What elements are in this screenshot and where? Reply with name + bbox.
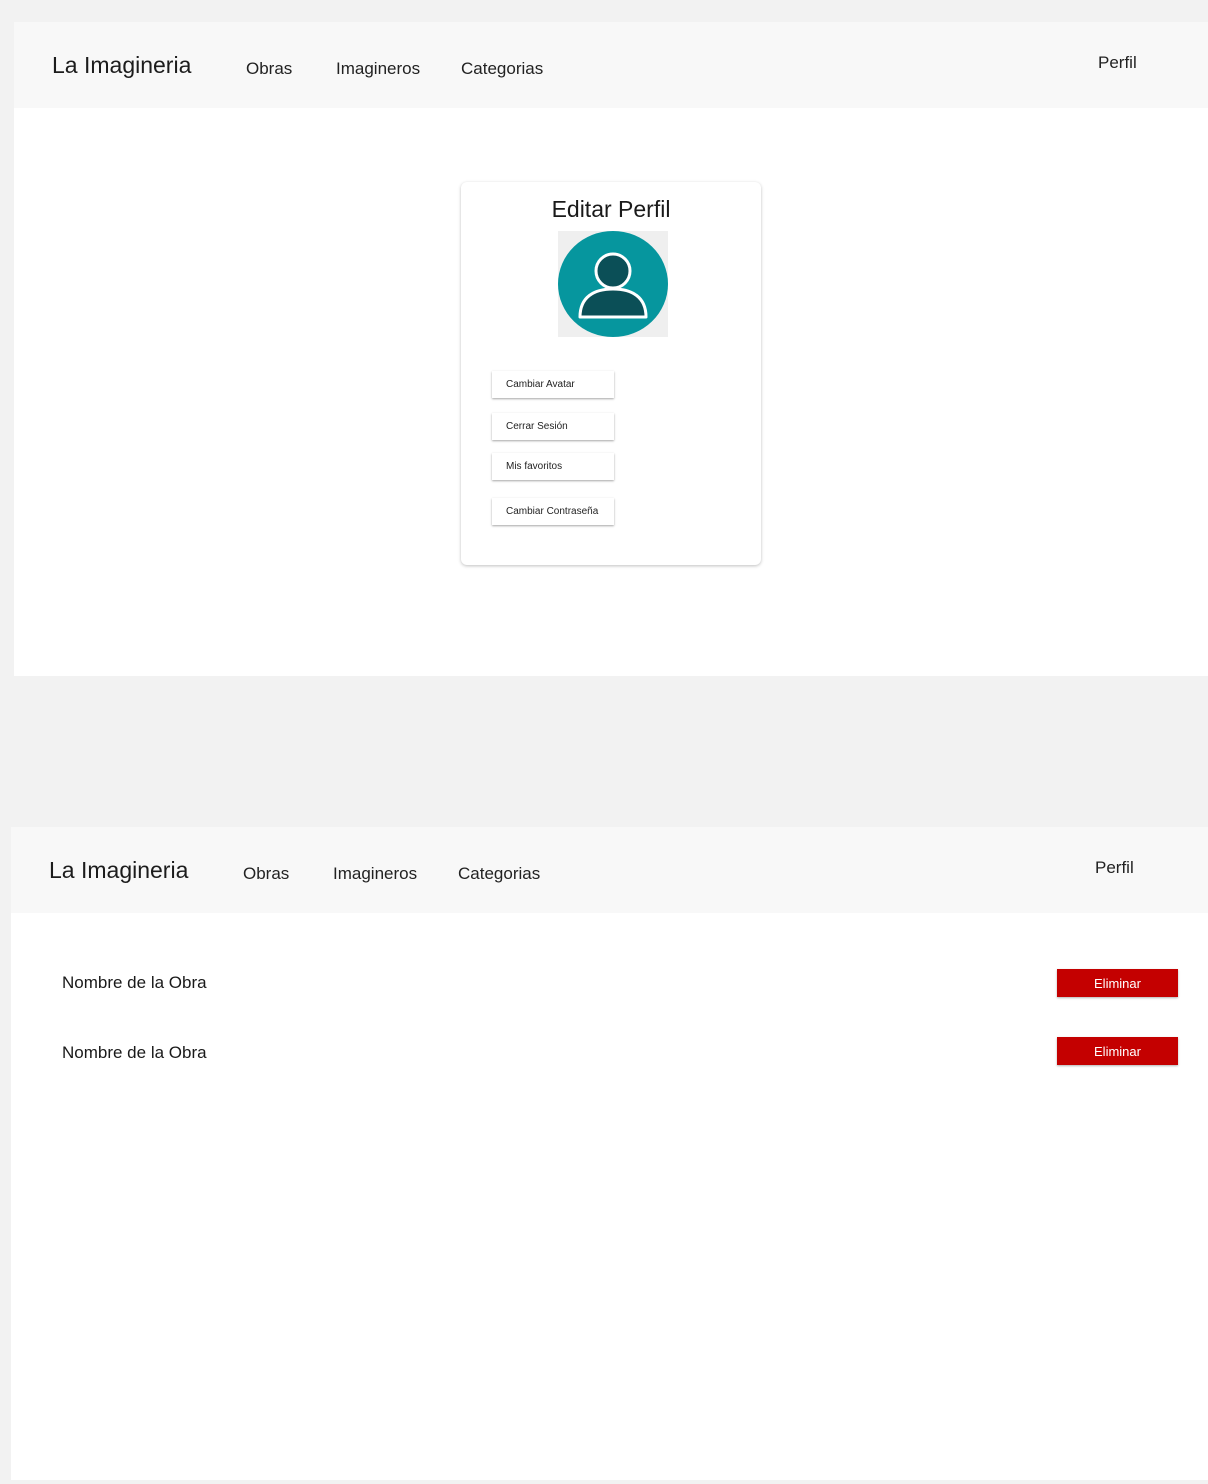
nav-link-obras[interactable]: Obras [243,864,289,884]
favorites-screen: La Imagineria Obras Imagineros Categoria… [11,827,1208,1480]
nav-link-perfil[interactable]: Perfil [1098,53,1137,73]
obra-name: Nombre de la Obra [62,973,207,992]
edit-profile-screen: La Imagineria Obras Imagineros Categoria… [14,22,1208,676]
nav-link-categorias[interactable]: Categorias [461,59,543,79]
delete-button[interactable]: Eliminar [1057,969,1178,997]
change-password-button[interactable]: Cambiar Contraseña [492,498,614,525]
change-avatar-button[interactable]: Cambiar Avatar [492,371,614,398]
avatar [558,231,668,337]
nav-link-perfil[interactable]: Perfil [1095,858,1134,878]
obra-name: Nombre de la Obra [62,1043,207,1062]
brand-logo[interactable]: La Imagineria [52,52,191,79]
nav-link-imagineros[interactable]: Imagineros [333,864,417,884]
nav-link-obras[interactable]: Obras [246,59,292,79]
favorites-button[interactable]: Mis favoritos [492,453,614,480]
card-title: Editar Perfil [551,196,671,222]
top-navbar: La Imagineria Obras Imagineros Categoria… [14,22,1208,108]
brand-logo[interactable]: La Imagineria [49,857,188,884]
delete-button[interactable]: Eliminar [1057,1037,1178,1065]
user-avatar-icon [558,231,668,337]
nav-link-categorias[interactable]: Categorias [458,864,540,884]
edit-profile-card: Editar Perfil Cambiar Avatar Cerrar Sesi… [461,182,761,565]
logout-button[interactable]: Cerrar Sesión [492,413,614,440]
nav-link-imagineros[interactable]: Imagineros [336,59,420,79]
top-navbar: La Imagineria Obras Imagineros Categoria… [11,827,1208,913]
